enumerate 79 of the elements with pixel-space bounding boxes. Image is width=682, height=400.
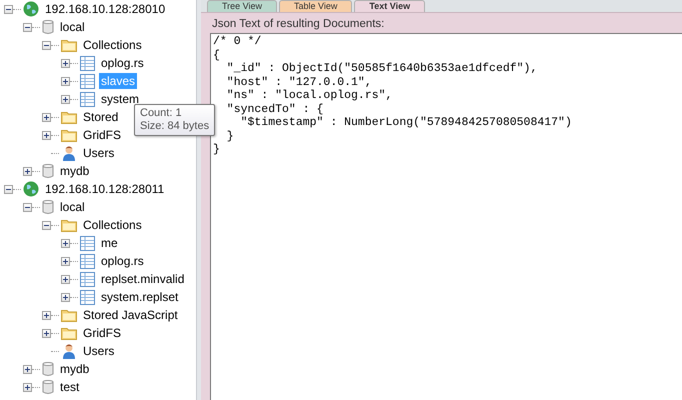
expand-toggle[interactable]	[61, 274, 70, 284]
code-line: }	[226, 130, 235, 143]
tree-item[interactable]: system	[99, 91, 142, 107]
tree-item[interactable]: GridFS	[81, 325, 124, 341]
folder-icon	[61, 38, 77, 52]
code-line: "ns" : "local.oplog.rs",	[226, 89, 394, 102]
tree-item[interactable]: oplog.rs	[99, 55, 146, 71]
tree-item[interactable]: mydb	[58, 163, 92, 179]
collapse-toggle[interactable]	[42, 40, 51, 50]
database-icon	[42, 379, 54, 395]
database-icon	[42, 19, 54, 35]
tree-item[interactable]: local	[58, 19, 87, 35]
tree-item[interactable]: Users	[81, 145, 116, 161]
expand-toggle[interactable]	[42, 130, 51, 140]
user-icon	[61, 343, 77, 359]
expand-toggle[interactable]	[23, 166, 32, 176]
collapse-toggle[interactable]	[23, 22, 32, 32]
tree-item[interactable]: Collections	[81, 37, 144, 53]
user-icon	[61, 145, 77, 161]
expand-toggle[interactable]	[42, 328, 51, 338]
database-icon	[42, 163, 54, 179]
collapse-toggle[interactable]	[23, 202, 32, 212]
folder-icon	[61, 110, 77, 124]
table-icon	[80, 254, 95, 268]
tree-item[interactable]: mydb	[58, 361, 92, 377]
expand-toggle[interactable]	[61, 238, 70, 248]
code-line: "host" : "127.0.0.1",	[226, 76, 373, 89]
expand-toggle[interactable]	[23, 364, 32, 374]
tree-item[interactable]: GridFS	[81, 127, 124, 143]
tree-item[interactable]: system.replset	[99, 289, 180, 305]
tree-item[interactable]: 192.168.10.128:28010	[43, 1, 168, 17]
tree-item[interactable]: test	[58, 379, 82, 395]
view-tab[interactable]: Table View	[279, 0, 352, 12]
database-icon	[42, 361, 54, 377]
expand-toggle[interactable]	[61, 76, 70, 86]
result-label: Json Text of resulting Documents:	[211, 17, 386, 32]
globe-icon	[23, 181, 39, 197]
tree-item[interactable]: Stored JavaScript	[81, 307, 180, 323]
table-icon	[80, 56, 95, 70]
code-line: }	[213, 143, 221, 156]
tooltip-text: Count: 1	[140, 107, 183, 120]
expand-toggle[interactable]	[61, 94, 70, 104]
tree-item[interactable]: 192.168.10.128:28011	[43, 181, 166, 197]
folder-icon	[61, 218, 77, 232]
collapse-toggle[interactable]	[42, 220, 51, 230]
expand-toggle[interactable]	[23, 382, 32, 392]
expand-toggle[interactable]	[61, 58, 70, 68]
folder-icon	[61, 308, 77, 322]
folder-icon	[61, 326, 77, 340]
tree-item[interactable]: Users	[81, 343, 116, 359]
folder-icon	[61, 128, 77, 142]
code-line: "_id" : ObjectId("50585f1640b6353ae1dfcedf"),	[226, 62, 538, 76]
table-icon	[80, 272, 95, 286]
expand-toggle[interactable]	[61, 292, 70, 302]
tree-item[interactable]: Collections	[81, 217, 144, 233]
expand-toggle[interactable]	[42, 310, 51, 320]
code-line: "syncedTo" : {	[226, 102, 324, 116]
tree-item[interactable]: me	[99, 235, 120, 251]
tree-item[interactable]: replset.minvalid	[99, 271, 186, 287]
tree-item[interactable]: oplog.rs	[99, 253, 146, 269]
tree-item[interactable]: Stored	[81, 109, 120, 125]
table-icon	[80, 290, 95, 304]
code-line: {	[213, 48, 221, 62]
table-icon	[80, 236, 95, 250]
expand-toggle[interactable]	[42, 112, 51, 122]
view-tab[interactable]: Tree View	[207, 0, 278, 12]
view-tab[interactable]: Text View	[354, 0, 426, 12]
database-icon	[42, 199, 54, 215]
code-line: "$timestamp" : NumberLong("5789484257080508417")	[240, 116, 573, 130]
collapse-toggle[interactable]	[4, 4, 13, 14]
code-line: /* 0 */	[213, 35, 262, 48]
collapse-toggle[interactable]	[4, 184, 13, 194]
tooltip-text: Size: 84 bytes	[140, 120, 210, 133]
tree-item[interactable]: local	[58, 199, 87, 215]
expand-toggle[interactable]	[61, 256, 70, 266]
table-icon	[80, 74, 95, 88]
json-text-area[interactable]: /* 0 */ { "_id" : ObjectId("50585f1640b6353ae1dfcedf"), "host" : "127.0.0.1", "ns" : "local.oplog.rs", "syncedTo" : { "$timestamp" : NumberLong("5789484257080508417") } }	[210, 33, 682, 400]
table-icon	[80, 92, 95, 106]
globe-icon	[23, 1, 39, 17]
